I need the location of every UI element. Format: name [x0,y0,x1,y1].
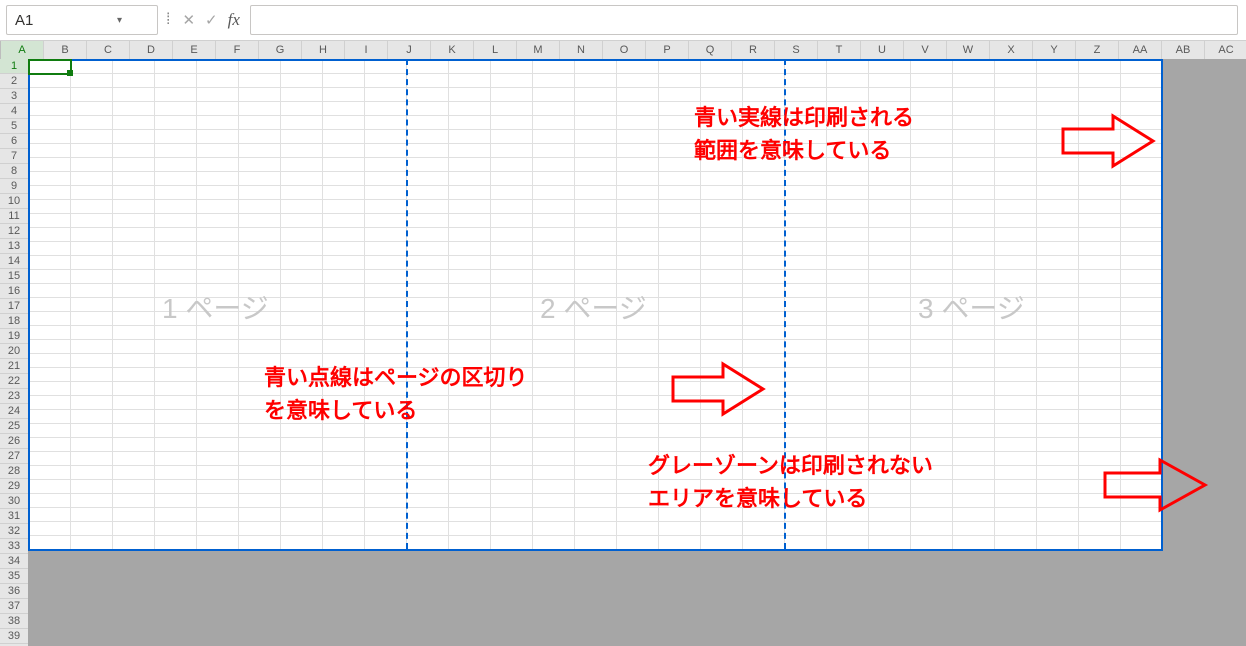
row-header-39[interactable]: 39 [0,629,28,644]
row-header-4[interactable]: 4 [0,104,28,119]
col-header-E[interactable]: E [173,41,216,59]
col-header-Z[interactable]: Z [1076,41,1119,59]
row-header-11[interactable]: 11 [0,209,28,224]
col-header-L[interactable]: L [474,41,517,59]
formula-bar: A1 ▾ ⁞ ✕ ✓ fx [0,0,1246,41]
grid[interactable]: 1 ページ2 ページ3 ページ 青い実線は印刷される範囲を意味している 青い点線… [28,59,1246,646]
row-header-32[interactable]: 32 [0,524,28,539]
col-header-C[interactable]: C [87,41,130,59]
col-header-Q[interactable]: Q [689,41,732,59]
col-header-J[interactable]: J [388,41,431,59]
row-header-8[interactable]: 8 [0,164,28,179]
row-header-12[interactable]: 12 [0,224,28,239]
col-header-AC[interactable]: AC [1205,41,1246,59]
col-header-D[interactable]: D [130,41,173,59]
row-headers: 1234567891011121314151617181920212223242… [0,59,29,646]
drag-handle-icon[interactable]: ⁞ [164,11,172,29]
col-header-M[interactable]: M [517,41,560,59]
row-header-23[interactable]: 23 [0,389,28,404]
col-header-S[interactable]: S [775,41,818,59]
row-header-20[interactable]: 20 [0,344,28,359]
name-box[interactable]: A1 ▾ [6,5,158,35]
cancel-icon[interactable]: ✕ [182,11,195,29]
col-header-N[interactable]: N [560,41,603,59]
col-header-G[interactable]: G [259,41,302,59]
row-header-3[interactable]: 3 [0,89,28,104]
row-header-24[interactable]: 24 [0,404,28,419]
row-header-28[interactable]: 28 [0,464,28,479]
col-header-AB[interactable]: AB [1162,41,1205,59]
fx-icon[interactable]: fx [228,10,240,30]
active-cell[interactable] [28,59,72,75]
row-header-38[interactable]: 38 [0,614,28,629]
col-header-K[interactable]: K [431,41,474,59]
row-header-16[interactable]: 16 [0,284,28,299]
row-header-7[interactable]: 7 [0,149,28,164]
col-header-F[interactable]: F [216,41,259,59]
row-header-35[interactable]: 35 [0,569,28,584]
col-header-AA[interactable]: AA [1119,41,1162,59]
col-header-I[interactable]: I [345,41,388,59]
col-header-Y[interactable]: Y [1033,41,1076,59]
chevron-down-icon[interactable]: ▾ [82,15,157,26]
row-header-1[interactable]: 1 [0,59,28,74]
confirm-icon[interactable]: ✓ [205,11,218,29]
row-header-31[interactable]: 31 [0,509,28,524]
col-header-B[interactable]: B [44,41,87,59]
col-header-R[interactable]: R [732,41,775,59]
col-header-A[interactable]: A [1,41,44,59]
formula-controls: ✕ ✓ fx [178,10,243,30]
row-header-17[interactable]: 17 [0,299,28,314]
row-header-30[interactable]: 30 [0,494,28,509]
row-header-21[interactable]: 21 [0,359,28,374]
name-box-value: A1 [7,12,82,29]
row-header-5[interactable]: 5 [0,119,28,134]
row-header-13[interactable]: 13 [0,239,28,254]
row-header-22[interactable]: 22 [0,374,28,389]
row-header-37[interactable]: 37 [0,599,28,614]
row-header-26[interactable]: 26 [0,434,28,449]
row-header-10[interactable]: 10 [0,194,28,209]
col-header-X[interactable]: X [990,41,1033,59]
col-header-W[interactable]: W [947,41,990,59]
col-header-P[interactable]: P [646,41,689,59]
row-header-14[interactable]: 14 [0,254,28,269]
row-header-6[interactable]: 6 [0,134,28,149]
col-header-T[interactable]: T [818,41,861,59]
row-header-19[interactable]: 19 [0,329,28,344]
sheet-area: ABCDEFGHIJKLMNOPQRSTUVWXYZAAABAC 1234567… [0,41,1246,646]
row-header-2[interactable]: 2 [0,74,28,89]
col-header-V[interactable]: V [904,41,947,59]
row-header-33[interactable]: 33 [0,539,28,554]
print-area-bg [28,59,1162,549]
row-header-25[interactable]: 25 [0,419,28,434]
col-header-O[interactable]: O [603,41,646,59]
row-header-18[interactable]: 18 [0,314,28,329]
formula-input[interactable] [250,5,1238,35]
col-header-H[interactable]: H [302,41,345,59]
row-header-34[interactable]: 34 [0,554,28,569]
column-headers: ABCDEFGHIJKLMNOPQRSTUVWXYZAAABAC [0,41,1246,60]
row-header-29[interactable]: 29 [0,479,28,494]
row-header-15[interactable]: 15 [0,269,28,284]
col-header-U[interactable]: U [861,41,904,59]
row-header-36[interactable]: 36 [0,584,28,599]
row-header-9[interactable]: 9 [0,179,28,194]
row-header-27[interactable]: 27 [0,449,28,464]
